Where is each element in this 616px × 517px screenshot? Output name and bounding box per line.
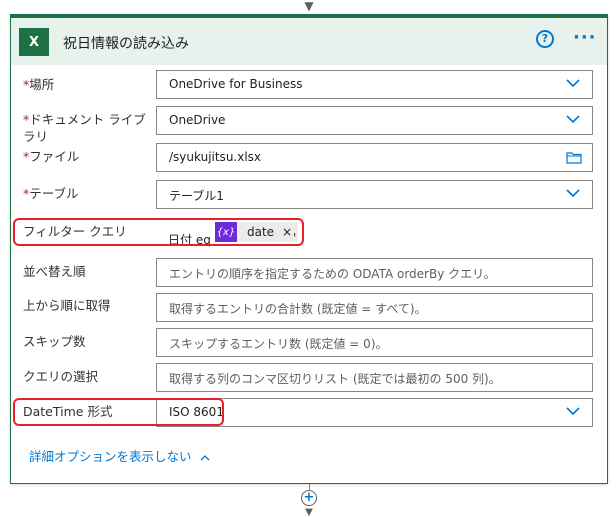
select-query-input[interactable]: 取得する列のコンマ区切りリスト (既定では最初の 500 列)。 (156, 363, 593, 392)
location-value: OneDrive for Business (169, 77, 303, 91)
library-value: OneDrive (169, 113, 226, 127)
skip-count-placeholder: スキップするエントリ数 (既定値 = 0)。 (169, 337, 388, 351)
library-label-text: ドキュメント ライブラリ (23, 112, 146, 144)
top-count-label: 上から順に取得 (23, 298, 111, 313)
excel-icon: X (19, 28, 49, 56)
chevron-up-icon (200, 454, 209, 460)
table-label: *テーブル (23, 185, 79, 202)
skip-count-label: スキップ数 (23, 334, 86, 349)
table-dropdown[interactable]: テーブル1 (156, 180, 593, 209)
help-icon[interactable]: ? (536, 30, 554, 48)
chevron-down-icon[interactable] (566, 406, 580, 416)
card-title[interactable]: 祝日情報の読み込み (63, 33, 189, 53)
location-label: *場所 (23, 76, 54, 93)
advanced-toggle-label: 詳細オプションを表示しない (29, 449, 192, 464)
excel-icon-letter: X (28, 34, 40, 50)
table-value: テーブル1 (169, 189, 224, 203)
hide-advanced-options-link[interactable]: 詳細オプションを表示しない (29, 446, 210, 465)
select-query-placeholder: 取得する列のコンマ区切りリスト (既定では最初の 500 列)。 (169, 372, 501, 386)
library-dropdown[interactable]: OneDrive (156, 106, 593, 135)
order-by-placeholder: エントリの順序を指定するための ODATA orderBy クエリ。 (169, 267, 496, 281)
order-by-input[interactable]: エントリの順序を指定するための ODATA orderBy クエリ。 (156, 258, 593, 287)
file-input[interactable]: /syukujitsu.xlsx (156, 143, 593, 172)
order-by-label: 並べ替え順 (23, 264, 86, 279)
file-label-text: ファイル (29, 149, 80, 164)
action-card: X 祝日情報の読み込み ? ··· *場所 OneDrive for Busin… (10, 14, 608, 484)
file-label: *ファイル (23, 148, 79, 165)
skip-count-input[interactable]: スキップするエントリ数 (既定値 = 0)。 (156, 328, 593, 357)
select-query-label: クエリの選択 (23, 369, 99, 384)
filter-query-highlight (13, 218, 304, 246)
table-label-text: テーブル (29, 186, 79, 201)
card-header[interactable]: X 祝日情報の読み込み ? ··· (11, 15, 607, 65)
chevron-down-icon[interactable] (566, 78, 580, 88)
add-step-icon[interactable]: + (301, 490, 317, 506)
folder-icon[interactable] (566, 151, 582, 164)
library-label: *ドキュメント ライブラリ (23, 111, 153, 145)
datetime-format-highlight (13, 398, 224, 426)
chevron-down-icon[interactable] (566, 188, 580, 198)
outgoing-arrow-icon: ▼ (305, 507, 313, 517)
incoming-arrow-icon: ▼ (304, 0, 314, 13)
top-count-placeholder: 取得するエントリの合計数 (既定値 = すべて)。 (169, 302, 427, 316)
file-value: /syukujitsu.xlsx (169, 150, 262, 164)
more-options-icon[interactable]: ··· (573, 27, 597, 48)
top-count-input[interactable]: 取得するエントリの合計数 (既定値 = すべて)。 (156, 293, 593, 322)
chevron-down-icon[interactable] (566, 114, 580, 124)
location-label-text: 場所 (29, 77, 55, 92)
location-dropdown[interactable]: OneDrive for Business (156, 70, 593, 99)
